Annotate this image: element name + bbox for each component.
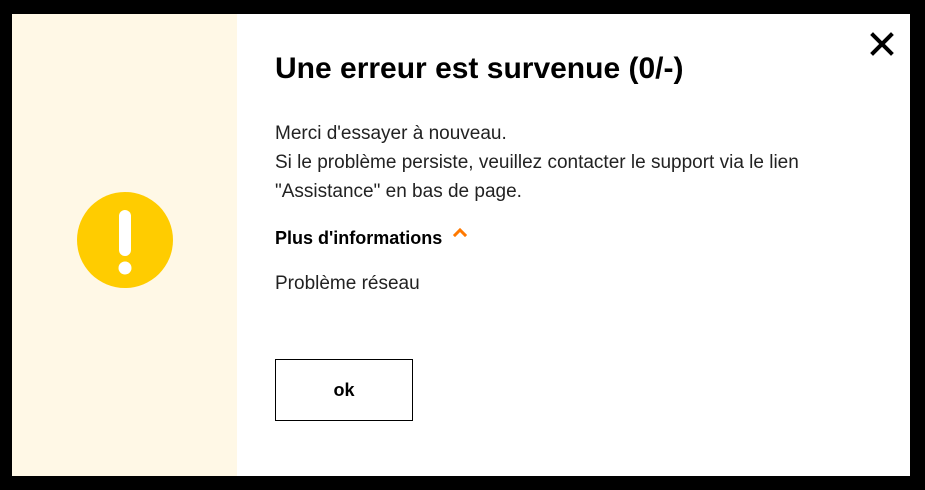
error-details: Problème réseau (275, 273, 420, 294)
more-info-label: Plus d'informations (275, 228, 443, 248)
close-icon[interactable] (868, 30, 896, 58)
message-line: Merci d'essayer à nouveau. (275, 123, 507, 144)
chevron-up-icon[interactable] (453, 227, 468, 237)
ok-button[interactable]: ok (275, 359, 413, 421)
more-info-toggle[interactable]: Plus d'informations (275, 227, 468, 249)
message-line: Si le problème persiste, veuillez contac… (275, 152, 799, 173)
dialog-title: Une erreur est survenue (0/-) (275, 52, 684, 85)
error-dialog: Une erreur est survenue (0/-) Merci d'es… (12, 14, 910, 476)
icon-panel (12, 14, 237, 476)
message-line: "Assistance" en bas de page. (275, 181, 522, 202)
error-message: Merci d'essayer à nouveau. Si le problèm… (275, 119, 865, 206)
dialog-content: Une erreur est survenue (0/-) Merci d'es… (237, 14, 910, 476)
warning-icon (77, 192, 173, 288)
